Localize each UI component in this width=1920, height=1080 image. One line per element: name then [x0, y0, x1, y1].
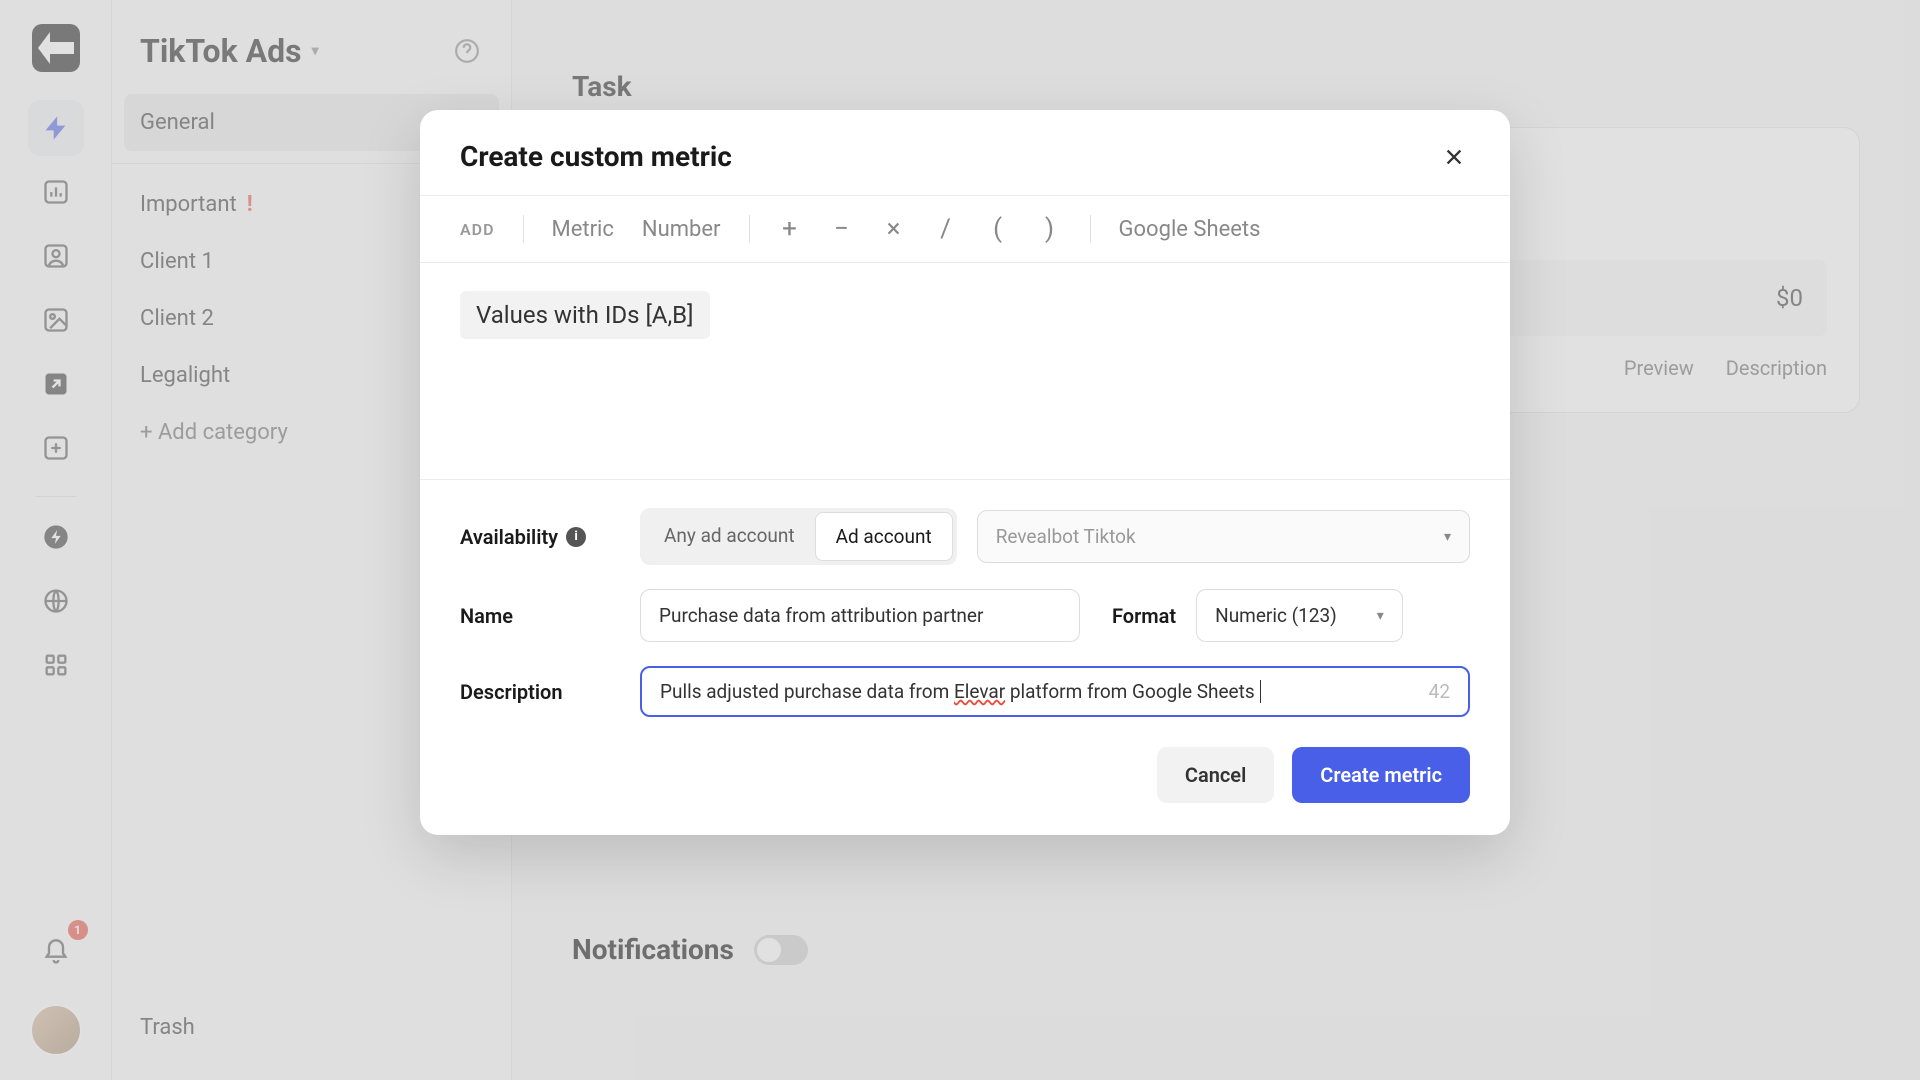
- formula-toolbar: ADD Metric Number + − × / ( ) Google She…: [420, 196, 1510, 263]
- open-paren-icon[interactable]: (: [986, 214, 1010, 244]
- ad-account-placeholder: Revealbot Tiktok: [996, 525, 1136, 548]
- close-paren-icon[interactable]: ): [1038, 214, 1062, 244]
- description-label: Description: [460, 680, 620, 704]
- modal-title: Create custom metric: [460, 140, 732, 173]
- description-input[interactable]: Pulls adjusted purchase data from Elevar…: [640, 666, 1470, 717]
- chevron-down-icon: ▾: [1444, 529, 1451, 545]
- info-icon[interactable]: i: [566, 527, 586, 547]
- add-metric-button[interactable]: Metric: [552, 217, 614, 242]
- description-char-count: 42: [1429, 680, 1450, 703]
- availability-segmented: Any ad account Ad account: [640, 508, 957, 565]
- name-input[interactable]: [640, 589, 1080, 642]
- format-select[interactable]: Numeric (123) ▾: [1196, 589, 1403, 642]
- formula-chip[interactable]: Values with IDs [A,B]: [460, 291, 710, 339]
- minus-icon[interactable]: −: [830, 214, 854, 244]
- multiply-icon[interactable]: ×: [882, 214, 906, 244]
- availability-label: Availability i: [460, 525, 620, 549]
- create-metric-button[interactable]: Create metric: [1292, 747, 1470, 803]
- ad-account-select[interactable]: Revealbot Tiktok ▾: [977, 510, 1470, 563]
- divide-icon[interactable]: /: [934, 214, 958, 244]
- formula-editor[interactable]: Values with IDs [A,B]: [420, 263, 1510, 479]
- availability-any-button[interactable]: Any ad account: [644, 512, 815, 561]
- availability-account-button[interactable]: Ad account: [815, 512, 953, 561]
- name-label: Name: [460, 604, 620, 628]
- add-number-button[interactable]: Number: [642, 217, 721, 242]
- cancel-button[interactable]: Cancel: [1157, 747, 1274, 803]
- plus-icon[interactable]: +: [778, 214, 802, 244]
- create-metric-modal: Create custom metric ADD Metric Number +…: [420, 110, 1510, 835]
- chevron-down-icon: ▾: [1377, 608, 1384, 624]
- close-icon[interactable]: [1438, 141, 1470, 173]
- format-label: Format: [1112, 604, 1176, 628]
- toolbar-add-label: ADD: [460, 220, 495, 239]
- google-sheets-button[interactable]: Google Sheets: [1119, 217, 1261, 242]
